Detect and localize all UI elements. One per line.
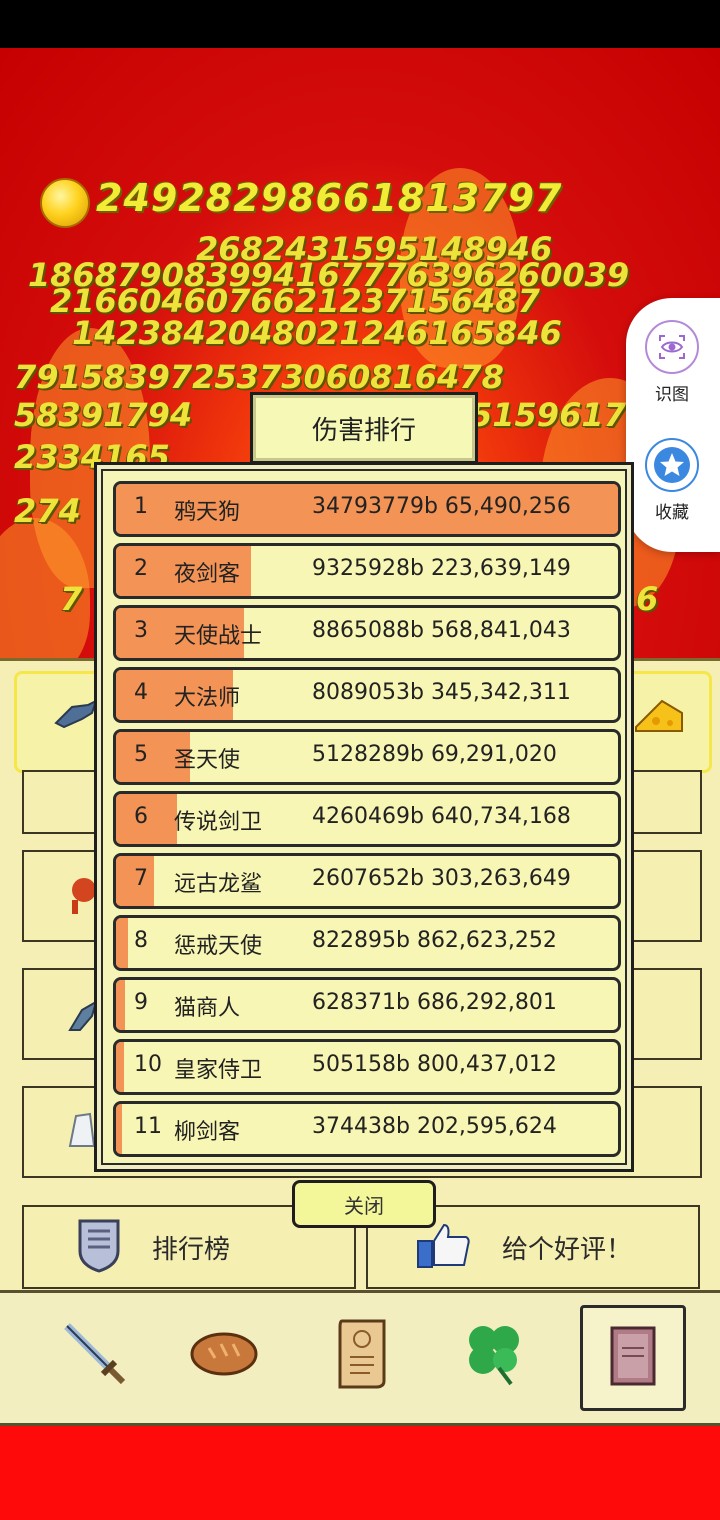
rank-number: 8 bbox=[134, 928, 148, 953]
damage-ranking-modal: 1 鸦天狗 34793779b 65,490,256 2 夜剑客 9325928b 223… bbox=[94, 462, 634, 1172]
damage-number: 6 bbox=[636, 580, 659, 618]
hero-name: 鸦天狗 bbox=[174, 500, 241, 525]
thumbs-up-icon bbox=[416, 1221, 472, 1273]
damage-score: 505158b 800,437,012 bbox=[312, 1052, 557, 1077]
hero-name: 皇家侍卫 bbox=[174, 1058, 263, 1083]
damage-share-bar bbox=[116, 918, 128, 968]
damage-score: 2607652b 303,263,649 bbox=[312, 866, 571, 891]
damage-share-bar bbox=[116, 1042, 124, 1092]
clover-icon bbox=[459, 1318, 529, 1392]
gold-coin-icon bbox=[40, 178, 90, 228]
damage-score: 9325928b 223,639,149 bbox=[312, 556, 571, 581]
rank-number: 4 bbox=[134, 680, 148, 705]
ranking-row[interactable]: 7 远古龙鲨 2607652b 303,263,649 bbox=[113, 853, 621, 909]
damage-score: 34793779b 65,490,256 bbox=[312, 494, 571, 519]
scan-eye-icon bbox=[645, 320, 699, 374]
tab-luck[interactable] bbox=[444, 1305, 544, 1405]
bell-icon bbox=[64, 1108, 98, 1152]
damage-score: 628371b 686,292,801 bbox=[312, 990, 557, 1015]
ranking-row[interactable]: 8 惩戒天使 822895b 862,623,252 bbox=[113, 915, 621, 971]
damage-share-bar bbox=[116, 1104, 122, 1154]
tab-book[interactable] bbox=[580, 1305, 686, 1411]
rank-number: 1 bbox=[134, 494, 148, 519]
tab-scrolls[interactable] bbox=[312, 1305, 412, 1405]
damage-score: 8865088b 568,841,043 bbox=[312, 618, 571, 643]
ranking-row[interactable]: 6 传说剑卫 4260469b 640,734,168 bbox=[113, 791, 621, 847]
favorite-label: 收藏 bbox=[655, 503, 689, 523]
rank-number: 7 bbox=[134, 866, 148, 891]
hero-name: 大法师 bbox=[174, 686, 241, 711]
damage-score: 374438b 202,595,624 bbox=[312, 1114, 557, 1139]
ranking-row[interactable]: 10 皇家侍卫 505158b 800,437,012 bbox=[113, 1039, 621, 1095]
leaderboard-label: 排行榜 bbox=[152, 1234, 231, 1265]
ranking-row[interactable]: 9 猫商人 628371b 686,292,801 bbox=[113, 977, 621, 1033]
tab-weapons[interactable] bbox=[44, 1305, 144, 1405]
hero-name: 远古龙鲨 bbox=[174, 872, 263, 897]
hero-name: 柳剑客 bbox=[174, 1120, 241, 1145]
damage-number: 274 bbox=[14, 492, 81, 530]
cheese-icon bbox=[632, 697, 686, 737]
rank-number: 3 bbox=[134, 618, 148, 643]
bottom-tab-bar bbox=[0, 1290, 720, 1426]
recognize-image-button[interactable]: 识图 bbox=[644, 320, 700, 405]
star-icon bbox=[645, 438, 699, 492]
hero-name: 天使战士 bbox=[174, 624, 263, 649]
ranking-row[interactable]: 11 柳剑客 374438b 202,595,624 bbox=[113, 1101, 621, 1157]
damage-number: 7 bbox=[60, 580, 83, 618]
rank-number: 10 bbox=[134, 1052, 162, 1077]
ranking-row[interactable]: 1 鸦天狗 34793779b 65,490,256 bbox=[113, 481, 621, 537]
damage-number: 58391794 bbox=[14, 396, 193, 434]
rank-number: 5 bbox=[134, 742, 148, 767]
recognize-image-label: 识图 bbox=[655, 385, 689, 405]
book-icon bbox=[608, 1324, 658, 1392]
hero-name: 传说剑卫 bbox=[174, 810, 263, 835]
ranking-row[interactable]: 3 天使战士 8865088b 568,841,043 bbox=[113, 605, 621, 661]
damage-number: 7915839725373060816478 bbox=[14, 358, 504, 396]
favorite-button[interactable]: 收藏 bbox=[644, 438, 700, 523]
hero-name: 猫商人 bbox=[174, 996, 241, 1021]
shield-icon bbox=[76, 1217, 122, 1277]
damage-number: 5159617 bbox=[470, 396, 626, 434]
damage-number: 1423842048021246165846 bbox=[72, 314, 562, 352]
damage-share-bar bbox=[116, 980, 125, 1030]
close-button[interactable]: 关闭 bbox=[292, 1180, 436, 1228]
sword-icon bbox=[59, 1318, 129, 1392]
tab-food[interactable] bbox=[174, 1305, 274, 1405]
damage-score: 5128289b 69,291,020 bbox=[312, 742, 557, 767]
ranking-row[interactable]: 2 夜剑客 9325928b 223,639,149 bbox=[113, 543, 621, 599]
rank-number: 11 bbox=[134, 1114, 162, 1139]
fish-icon bbox=[52, 697, 100, 733]
hero-name: 圣天使 bbox=[174, 748, 241, 773]
damage-score: 4260469b 640,734,168 bbox=[312, 804, 571, 829]
ranking-row[interactable]: 4 大法师 8089053b 345,342,311 bbox=[113, 667, 621, 723]
side-tools-panel: 识图 收藏 bbox=[626, 298, 720, 552]
rank-number: 2 bbox=[134, 556, 148, 581]
damage-score: 8089053b 345,342,311 bbox=[312, 680, 571, 705]
hero-name: 夜剑客 bbox=[174, 562, 241, 587]
damage-score: 822895b 862,623,252 bbox=[312, 928, 557, 953]
rank-number: 6 bbox=[134, 804, 148, 829]
gold-counter: 24928298661813797 bbox=[96, 176, 563, 220]
rate-us-label: 给个好评！ bbox=[502, 1234, 633, 1265]
status-bar bbox=[0, 0, 720, 48]
bread-icon bbox=[189, 1328, 259, 1382]
ranking-row[interactable]: 5 圣天使 5128289b 69,291,020 bbox=[113, 729, 621, 785]
damage-ranking-title: 伤害排行 bbox=[250, 392, 478, 464]
hero-name: 惩戒天使 bbox=[174, 934, 263, 959]
scroll-icon bbox=[332, 1315, 392, 1395]
rank-number: 9 bbox=[134, 990, 148, 1015]
